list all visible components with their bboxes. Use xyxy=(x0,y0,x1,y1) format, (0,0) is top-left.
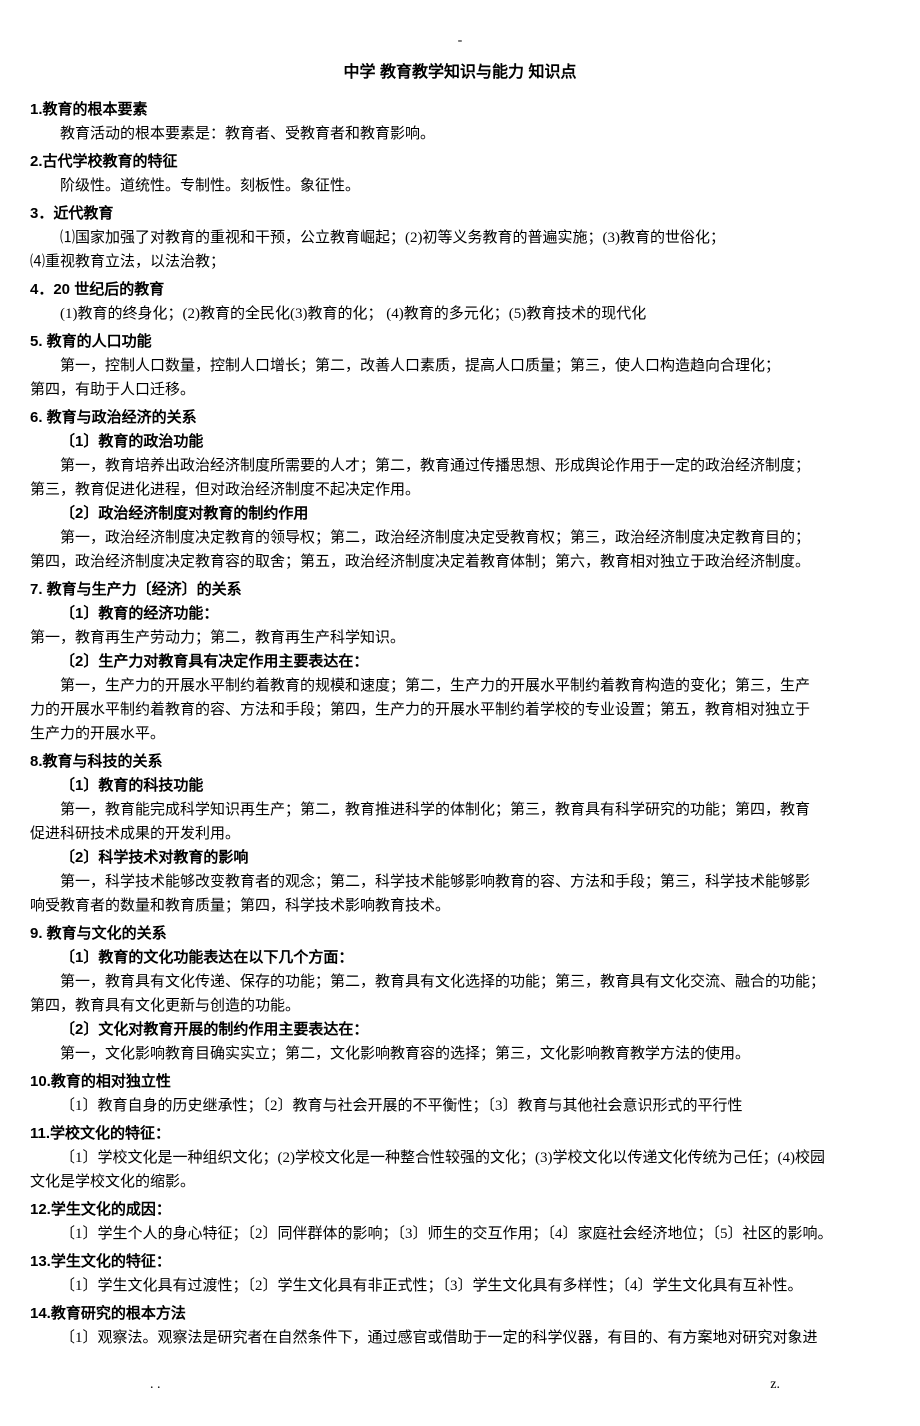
section-heading: 5. 教育的人口功能 xyxy=(30,330,890,354)
paragraph: 第一，教育再生产劳动力；第二，教育再生产科学知识。 xyxy=(30,626,890,650)
sub-heading: 〔2〕生产力对教育具有决定作用主要表达在： xyxy=(30,650,890,674)
paragraph: 第一，科学技术能够改变教育者的观念；第二，科学技术能够影响教育的容、方法和手段；… xyxy=(30,870,890,894)
section-heading: 3．近代教育 xyxy=(30,202,890,226)
paragraph: 第一，政治经济制度决定教育的领导权；第二，政治经济制度决定受教育权；第三，政治经… xyxy=(30,526,890,550)
paragraph: 第三，教育促进化进程，但对政治经济制度不起决定作用。 xyxy=(30,478,890,502)
paragraph: 第四，教育具有文化更新与创造的功能。 xyxy=(30,994,890,1018)
sub-heading: 〔1〕教育的政治功能 xyxy=(30,430,890,454)
paragraph: (1)教育的终身化；(2)教育的全民化(3)教育的化； (4)教育的多元化；(5… xyxy=(30,302,890,326)
section-heading: 2.古代学校教育的特征 xyxy=(30,150,890,174)
paragraph: 第四，政治经济制度决定教育容的取舍；第五，政治经济制度决定着教育体制；第六，教育… xyxy=(30,550,890,574)
sub-heading: 〔2〕科学技术对教育的影响 xyxy=(30,846,890,870)
paragraph: 〔1〕教育自身的历史继承性；〔2〕教育与社会开展的不平衡性；〔3〕教育与其他社会… xyxy=(30,1094,890,1118)
header-dash: - xyxy=(30,30,890,52)
section-heading: 13.学生文化的特征： xyxy=(30,1250,890,1274)
paragraph: ⑷重视教育立法，以法治教； xyxy=(30,250,890,274)
paragraph: 教育活动的根本要素是：教育者、受教育者和教育影响。 xyxy=(30,122,890,146)
paragraph: 第一，控制人口数量，控制人口增长；第二，改善人口素质，提高人口质量；第三，使人口… xyxy=(30,354,890,378)
sub-heading: 〔1〕教育的科技功能 xyxy=(30,774,890,798)
paragraph: 响受教育者的数量和教育质量；第四，科学技术影响教育技术。 xyxy=(30,894,890,918)
paragraph: 〔1〕学校文化是一种组织文化；(2)学校文化是一种整合性较强的文化；(3)学校文… xyxy=(30,1146,890,1170)
section-heading: 1.教育的根本要素 xyxy=(30,98,890,122)
footer-right: z. xyxy=(770,1374,780,1396)
paragraph: 第四，有助于人口迁移。 xyxy=(30,378,890,402)
page-footer: . . z. xyxy=(30,1374,890,1396)
section-heading: 12.学生文化的成因： xyxy=(30,1198,890,1222)
section-heading: 7. 教育与生产力〔经济〕的关系 xyxy=(30,578,890,602)
paragraph: 〔1〕学生文化具有过渡性；〔2〕学生文化具有非正式性；〔3〕学生文化具有多样性；… xyxy=(30,1274,890,1298)
section-heading: 6. 教育与政治经济的关系 xyxy=(30,406,890,430)
section-heading: 10.教育的相对独立性 xyxy=(30,1070,890,1094)
paragraph: 第一，教育能完成科学知识再生产；第二，教育推进科学的体制化；第三，教育具有科学研… xyxy=(30,798,890,822)
document-body: 1.教育的根本要素教育活动的根本要素是：教育者、受教育者和教育影响。 2.古代学校… xyxy=(30,98,890,1350)
sub-heading: 〔2〕政治经济制度对教育的制约作用 xyxy=(30,502,890,526)
paragraph: 第一，生产力的开展水平制约着教育的规模和速度；第二，生产力的开展水平制约着教育构… xyxy=(30,674,890,698)
paragraph: 力的开展水平制约着教育的容、方法和手段；第四，生产力的开展水平制约着学校的专业设… xyxy=(30,698,890,722)
paragraph: 第一，教育具有文化传递、保存的功能；第二，教育具有文化选择的功能；第三，教育具有… xyxy=(30,970,890,994)
paragraph: ⑴国家加强了对教育的重视和干预，公立教育崛起；(2)初等义务教育的普遍实施；(3… xyxy=(30,226,890,250)
section-heading: 9. 教育与文化的关系 xyxy=(30,922,890,946)
paragraph: 第一，教育培养出政治经济制度所需要的人才；第二，教育通过传播思想、形成舆论作用于… xyxy=(30,454,890,478)
page-title: 中学 教育教学知识与能力 知识点 xyxy=(30,60,890,86)
section-heading: 14.教育研究的根本方法 xyxy=(30,1302,890,1326)
paragraph: 〔1〕观察法。观察法是研究者在自然条件下，通过感官或借助于一定的科学仪器，有目的… xyxy=(30,1326,890,1350)
section-heading: 11.学校文化的特征： xyxy=(30,1122,890,1146)
sub-heading: 〔1〕教育的文化功能表达在以下几个方面： xyxy=(30,946,890,970)
sub-heading: 〔2〕文化对教育开展的制约作用主要表达在： xyxy=(30,1018,890,1042)
paragraph: 生产力的开展水平。 xyxy=(30,722,890,746)
footer-left: . . xyxy=(150,1374,161,1396)
paragraph: 文化是学校文化的缩影。 xyxy=(30,1170,890,1194)
section-heading: 8.教育与科技的关系 xyxy=(30,750,890,774)
paragraph: 〔1〕学生个人的身心特征；〔2〕同伴群体的影响；〔3〕师生的交互作用；〔4〕家庭… xyxy=(30,1222,890,1246)
sub-heading: 〔1〕教育的经济功能： xyxy=(30,602,890,626)
paragraph: 促进科研技术成果的开发利用。 xyxy=(30,822,890,846)
paragraph: 阶级性。道统性。专制性。刻板性。象征性。 xyxy=(30,174,890,198)
paragraph: 第一，文化影响教育目确实实立；第二，文化影响教育容的选择；第三，文化影响教育教学… xyxy=(30,1042,890,1066)
section-heading: 4．20 世纪后的教育 xyxy=(30,278,890,302)
